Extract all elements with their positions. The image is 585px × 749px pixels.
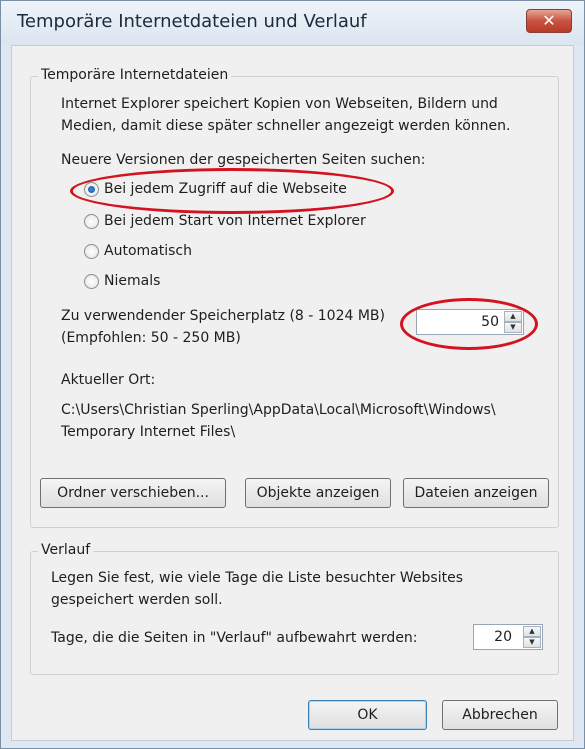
option-never-label: Niemals bbox=[104, 273, 161, 289]
view-files-button[interactable]: Dateien anzeigen bbox=[403, 478, 549, 508]
option-automatic[interactable]: Automatisch bbox=[84, 241, 224, 263]
temp-files-group-label: Temporäre Internetdateien bbox=[38, 67, 232, 83]
dialog-window: Temporäre Internetdateien und Verlauf ✕ … bbox=[0, 0, 585, 749]
history-description-line2: gespeichert werden soll. bbox=[51, 592, 223, 608]
history-days-spin-arrows[interactable]: ▲ ▼ bbox=[523, 626, 541, 648]
spin-up-icon[interactable]: ▲ bbox=[523, 626, 541, 637]
history-days-spinbox[interactable]: 20 ▲ ▼ bbox=[473, 624, 543, 650]
temp-files-description-line2: Medien, damit diese später schneller ang… bbox=[61, 118, 511, 134]
annotation-circle-every-visit bbox=[70, 168, 394, 214]
option-automatic-label: Automatisch bbox=[104, 243, 192, 259]
history-description-line1: Legen Sie fest, wie viele Tage die Liste… bbox=[51, 570, 463, 586]
radio-button[interactable] bbox=[84, 274, 99, 289]
close-icon: ✕ bbox=[542, 11, 556, 30]
option-every-start-label: Bei jedem Start von Internet Explorer bbox=[104, 213, 366, 229]
spin-down-icon[interactable]: ▼ bbox=[523, 637, 541, 648]
ok-button[interactable]: OK bbox=[308, 700, 427, 730]
title-bar[interactable]: Temporäre Internetdateien und Verlauf ✕ bbox=[1, 1, 584, 45]
radio-button[interactable] bbox=[84, 214, 99, 229]
history-days-label: Tage, die die Seiten in "Verlauf" aufbew… bbox=[51, 630, 418, 646]
cancel-button[interactable]: Abbrechen bbox=[442, 700, 558, 730]
disk-space-label-line2: (Empfohlen: 50 - 250 MB) bbox=[61, 330, 241, 346]
current-location-label: Aktueller Ort: bbox=[61, 372, 156, 388]
radio-button[interactable] bbox=[84, 244, 99, 259]
check-versions-label: Neuere Versionen der gespeicherten Seite… bbox=[61, 152, 426, 168]
history-group-label: Verlauf bbox=[38, 542, 94, 558]
option-every-start[interactable]: Bei jedem Start von Internet Explorer bbox=[84, 211, 404, 233]
view-objects-button[interactable]: Objekte anzeigen bbox=[245, 478, 391, 508]
current-location-line2: Temporary Internet Files\ bbox=[61, 424, 236, 440]
move-folder-button[interactable]: Ordner verschieben... bbox=[40, 478, 226, 508]
disk-space-label-line1: Zu verwendender Speicherplatz (8 - 1024 … bbox=[61, 308, 385, 324]
annotation-circle-disk-space bbox=[400, 298, 538, 350]
window-title: Temporäre Internetdateien und Verlauf bbox=[17, 11, 367, 32]
option-never[interactable]: Niemals bbox=[84, 271, 204, 293]
current-location-line1: C:\Users\Christian Sperling\AppData\Loca… bbox=[61, 402, 496, 418]
dialog-content: Temporäre Internetdateien Internet Explo… bbox=[11, 45, 574, 741]
temp-files-description-line1: Internet Explorer speichert Kopien von W… bbox=[61, 96, 498, 112]
history-days-value[interactable]: 20 bbox=[494, 629, 512, 645]
close-button[interactable]: ✕ bbox=[526, 9, 572, 33]
